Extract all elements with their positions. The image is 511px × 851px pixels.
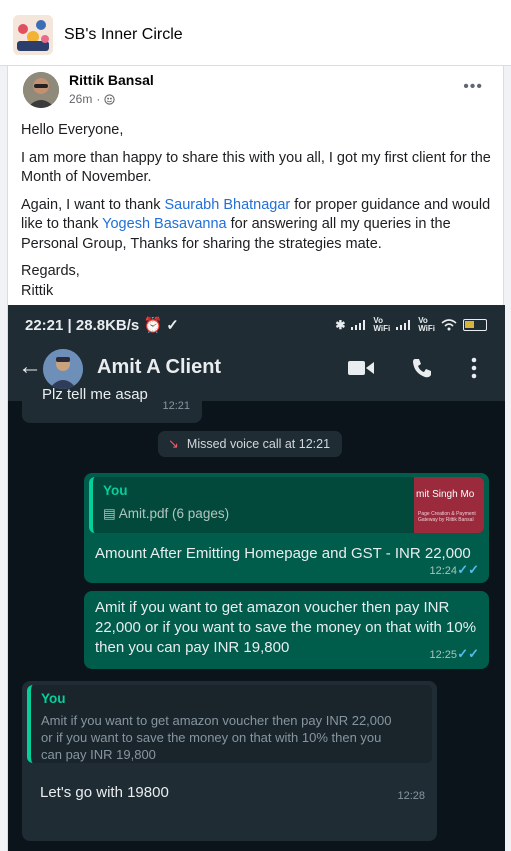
bluetooth-icon: ✱	[335, 318, 346, 332]
message-text: Let's go with 19800	[40, 784, 169, 801]
missed-call-icon: ↘	[168, 436, 179, 451]
quote-author: You	[41, 691, 66, 706]
message-text: Amount After Emitting Homepage and GST -…	[95, 545, 471, 562]
partial-message[interactable]: Plz tell me asap 12:21	[22, 386, 202, 423]
read-ticks-icon: ✓✓	[457, 646, 479, 661]
paragraph-2: Again, I want to thank Saurabh Bhatnagar…	[21, 196, 496, 255]
post-image[interactable]: 22:21 | 28.8KB/s ⏰ ✓ ✱ Vo WiFi Vo WiFi ← A…	[8, 305, 505, 851]
post-card: Rittik Bansal 26m · ••• Hello Everyone, …	[7, 66, 505, 851]
partial-message-text: Plz tell me asap	[42, 386, 148, 403]
missed-call-text: Missed voice call at 12:21	[186, 437, 331, 451]
missed-call-notice[interactable]: ↘ Missed voice call at 12:21	[158, 431, 343, 457]
signoff-text: Rittik	[21, 282, 54, 299]
document-thumbnail: mit Singh Mo Page Creation & Payment Gat…	[414, 477, 484, 533]
signal-icon	[351, 320, 366, 330]
message-time: 12:28	[397, 790, 425, 802]
paragraph-2-pre: Again, I want to thank	[21, 196, 165, 213]
regards-text: Regards,	[21, 263, 80, 279]
status-time: 22:21 | 28.8KB/s ⏰ ✓	[25, 316, 179, 334]
mention-yogesh[interactable]: Yogesh Basavanna	[102, 216, 226, 232]
group-name[interactable]: SB's Inner Circle	[64, 26, 183, 44]
mention-saurabh[interactable]: Saurabh Bhatnagar	[164, 197, 290, 213]
message-time: 12:24	[429, 565, 457, 577]
battery-icon	[463, 319, 487, 331]
post-time[interactable]: 26m	[69, 92, 92, 106]
quoted-message[interactable]: You Amit if you want to get amazon vouch…	[27, 685, 432, 763]
status-icons: ✱ Vo WiFi Vo WiFi	[335, 317, 487, 333]
greeting-text: Hello Everyone,	[21, 122, 124, 138]
contact-name[interactable]: Amit A Client	[97, 356, 221, 379]
back-arrow-icon[interactable]: ←	[18, 353, 42, 381]
group-avatar[interactable]	[13, 15, 53, 55]
wifi-icon	[441, 319, 457, 331]
author-avatar[interactable]	[23, 72, 59, 108]
audience-icon[interactable]	[104, 93, 115, 105]
quoted-document[interactable]: You ▤ Amit.pdf (6 pages) mit Singh Mo Pa…	[89, 477, 484, 533]
message-time: 12:25	[429, 649, 457, 661]
phone-status-bar: 22:21 | 28.8KB/s ⏰ ✓ ✱ Vo WiFi Vo WiFi	[8, 305, 505, 337]
dot-separator: ·	[96, 92, 101, 106]
status-time-text: 22:21 | 28.8KB/s	[25, 317, 140, 334]
group-header: SB's Inner Circle	[0, 0, 511, 66]
thumbnail-title: mit Singh Mo	[416, 489, 475, 500]
contact-avatar[interactable]	[43, 349, 83, 389]
incoming-message[interactable]: You Amit if you want to get amazon vouch…	[22, 681, 437, 841]
signal-icon-2	[396, 320, 411, 330]
quoted-doc-name: ▤ Amit.pdf (6 pages)	[103, 506, 229, 522]
quoted-doc-text: Amit.pdf (6 pages)	[118, 506, 230, 521]
video-call-icon[interactable]	[348, 359, 374, 377]
post-body: Hello Everyone, I am more than happy to …	[21, 121, 496, 309]
chat-area: Plz tell me asap 12:21 ↘ Missed voice ca…	[8, 386, 505, 851]
voice-call-icon[interactable]	[411, 357, 433, 379]
partial-message-time: 12:21	[162, 400, 190, 412]
quote-author: You	[103, 483, 128, 498]
post-meta: 26m ·	[69, 92, 115, 106]
outgoing-message[interactable]: You ▤ Amit.pdf (6 pages) mit Singh Mo Pa…	[84, 473, 489, 583]
alarm-icon: ⏰	[143, 317, 163, 334]
quoted-text: Amit if you want to get amazon voucher t…	[41, 713, 392, 762]
more-options-icon[interactable]: •••	[463, 78, 483, 96]
read-ticks-icon: ✓✓	[457, 562, 479, 577]
author-name[interactable]: Rittik Bansal	[69, 72, 154, 88]
outgoing-message[interactable]: Amit if you want to get amazon voucher t…	[84, 591, 489, 669]
document-icon: ▤	[103, 506, 116, 521]
paragraph-1: I am more than happy to share this with …	[21, 149, 491, 186]
vowifi-label-2: Vo WiFi	[418, 316, 435, 333]
signature: Regards, Rittik	[21, 262, 496, 301]
thumbnail-subtitle: Page Creation & Payment Gateway by Ritti…	[418, 511, 476, 523]
check-icon: ✓	[166, 317, 179, 334]
menu-dots-icon[interactable]	[471, 357, 477, 379]
vowifi-label: Vo WiFi	[373, 316, 391, 333]
message-text: Amit if you want to get amazon voucher t…	[95, 599, 477, 656]
